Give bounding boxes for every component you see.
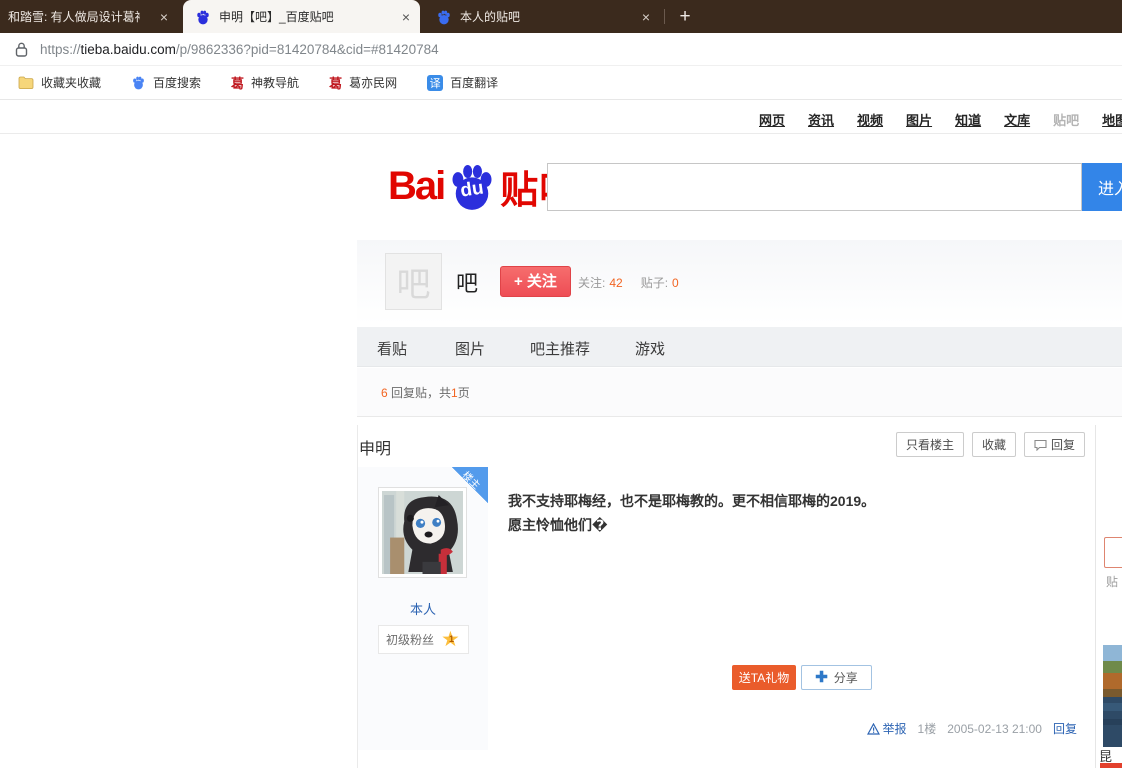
thread-title: 申明: [359, 435, 391, 459]
browser-tab-3[interactable]: 本人的贴吧 ×: [424, 0, 660, 33]
browser-tab-strip: 和踏雪: 有人做局设计葛神 【 × 申明【吧】_百度贴吧 × 本人的贴吧 × +: [0, 0, 1122, 33]
send-gift-button[interactable]: 送TA礼物: [732, 665, 796, 690]
nav-link-zhidao[interactable]: 知道: [955, 110, 981, 132]
warning-triangle-icon: [867, 723, 880, 735]
nav-link-image[interactable]: 图片: [906, 110, 932, 132]
post-content: 我不支持耶梅经，也不是耶梅教的。更不相信耶梅的2019。 愿主怜恤他们�: [508, 489, 908, 537]
tab-bazhu[interactable]: 吧主推荐: [530, 338, 590, 359]
browser-tab-1[interactable]: 和踏雪: 有人做局设计葛神 【 ×: [0, 0, 178, 33]
posts-stat: 贴子:0: [641, 274, 679, 291]
badge-name: 初级粉丝: [386, 631, 434, 648]
bookmark-folder[interactable]: 收藏夹收藏: [12, 71, 107, 94]
url-host: tieba.baidu.com: [81, 42, 176, 57]
author-username[interactable]: 本人: [358, 599, 488, 618]
url-text[interactable]: https://tieba.baidu.com/p/9862336?pid=81…: [40, 42, 439, 57]
lock-icon[interactable]: [15, 42, 28, 57]
bookmark-label: 百度搜索: [153, 74, 201, 91]
nav-link-news[interactable]: 资讯: [808, 110, 834, 132]
header-divider: [0, 133, 1122, 134]
baidu-paw-logo-icon: du: [446, 160, 498, 212]
translate-favicon: 译: [427, 75, 443, 91]
bookmark-label: 百度翻译: [450, 74, 498, 91]
url-scheme: https://: [40, 42, 81, 57]
tab-title: 申明【吧】_百度贴吧: [219, 8, 389, 25]
forum-stats: 关注:42 贴子:0: [578, 274, 679, 291]
baidu-paw-icon: [131, 75, 146, 90]
sidebar-thumbnail-image[interactable]: [1103, 645, 1122, 747]
tab-kantie[interactable]: 看贴: [377, 338, 407, 359]
baidu-favicon: [195, 9, 211, 25]
forum-header: 吧 吧 + 关注 关注:42 贴子:0: [357, 240, 1122, 324]
thread-title-bar: 申明 只看楼主 收藏 回复: [358, 425, 1095, 467]
share-button[interactable]: ✚ 分享: [801, 665, 872, 690]
new-tab-button[interactable]: +: [672, 4, 698, 30]
nature-photo: [1103, 645, 1122, 747]
forum-name: 吧: [456, 266, 478, 298]
site-top-nav: 网页 资讯 视频 图片 知道 文库 贴吧 地图: [759, 110, 1122, 132]
bookmark-shenjiao[interactable]: 葛 神教导航: [225, 70, 305, 95]
nav-link-webpage[interactable]: 网页: [759, 110, 785, 132]
forum-avatar-placeholder: 吧: [385, 253, 442, 310]
floor-number: 1楼: [918, 720, 937, 737]
tab-youxi[interactable]: 游戏: [635, 338, 665, 359]
tieba-search-input[interactable]: [547, 163, 1082, 211]
close-tab-icon[interactable]: ×: [402, 10, 410, 24]
close-tab-icon[interactable]: ×: [160, 10, 168, 24]
tab-tupian[interactable]: 图片: [455, 338, 485, 359]
browser-tab-2-active[interactable]: 申明【吧】_百度贴吧 ×: [183, 0, 420, 33]
bookmark-translate[interactable]: 译 百度翻译: [421, 71, 504, 94]
follow-button[interactable]: + 关注: [500, 266, 571, 297]
tab-title: 和踏雪: 有人做局设计葛神 【: [8, 8, 140, 25]
plus-icon: ✚: [815, 670, 828, 685]
address-bar[interactable]: https://tieba.baidu.com/p/9862336?pid=81…: [0, 33, 1122, 66]
tab-separator: [664, 9, 665, 24]
favorite-button[interactable]: 收藏: [972, 432, 1016, 457]
post-line-1: 我不支持耶梅经，也不是耶梅教的。更不相信耶梅的2019。: [508, 489, 908, 513]
baidu-favicon: [436, 9, 452, 25]
op-ribbon: 楼主: [452, 467, 488, 503]
reply-button[interactable]: 回复: [1024, 432, 1085, 457]
bookmarks-bar: 收藏夹收藏 百度搜索 葛 神教导航 葛 葛亦民网 译 百度翻译: [0, 66, 1122, 100]
bookmark-baidu-search[interactable]: 百度搜索: [125, 71, 207, 94]
reply-link[interactable]: 回复: [1053, 720, 1077, 737]
folder-icon: [18, 76, 34, 89]
tab-title: 本人的贴吧: [460, 8, 628, 25]
followers-stat: 关注:42: [578, 274, 623, 291]
only-op-button[interactable]: 只看楼主: [896, 432, 964, 457]
post-timestamp: 2005-02-13 21:00: [947, 722, 1042, 736]
nav-link-tieba-current: 贴吧: [1053, 110, 1079, 132]
ge-favicon: 葛: [329, 73, 342, 92]
bookmark-label: 神教导航: [251, 74, 299, 91]
forum-tab-bar: 看贴 图片 吧主推荐 游戏: [357, 327, 1122, 367]
reply-summary-row: 6 回复贴，共1页: [357, 368, 1122, 417]
report-link[interactable]: 举报: [867, 720, 907, 737]
post-line-2: 愿主怜恤他们�: [508, 513, 908, 537]
level-number: 1: [449, 634, 454, 644]
thread-actions: 只看楼主 收藏 回复: [896, 432, 1085, 457]
bookmark-label: 收藏夹收藏: [41, 74, 101, 91]
sidebar-partial-widget[interactable]: [1104, 537, 1122, 568]
logo-du-text: du: [459, 177, 485, 202]
sidebar-partial-label: 贴: [1106, 573, 1118, 590]
nav-link-wenku[interactable]: 文库: [1004, 110, 1030, 132]
logo-bai-text: Bai: [388, 164, 444, 209]
post-floor-1: 楼主 本人 初级粉丝 ★: [358, 467, 1095, 750]
nav-link-map[interactable]: 地图: [1102, 110, 1122, 132]
sidebar-red-badge: [1100, 763, 1122, 768]
url-path: /p/9862336?pid=81420784&cid=#81420784: [176, 42, 439, 57]
reply-summary: 6 回复贴，共1页: [381, 384, 470, 401]
bookmark-geyimin[interactable]: 葛 葛亦民网: [323, 70, 403, 95]
thread-container: 申明 只看楼主 收藏 回复 楼主: [357, 425, 1096, 768]
enter-tieba-button[interactable]: 进入: [1082, 163, 1122, 211]
bookmark-label: 葛亦民网: [349, 74, 397, 91]
close-tab-icon[interactable]: ×: [642, 10, 650, 24]
level-star-icon: ★ 1: [441, 629, 463, 651]
nav-link-video[interactable]: 视频: [857, 110, 883, 132]
ge-favicon: 葛: [231, 73, 244, 92]
post-footer: 举报 1楼 2005-02-13 21:00 回复: [867, 720, 1077, 737]
reply-bubble-icon: [1034, 439, 1047, 451]
fan-level-badge[interactable]: 初级粉丝 ★ 1: [378, 625, 469, 654]
avatar-image: [382, 491, 463, 574]
